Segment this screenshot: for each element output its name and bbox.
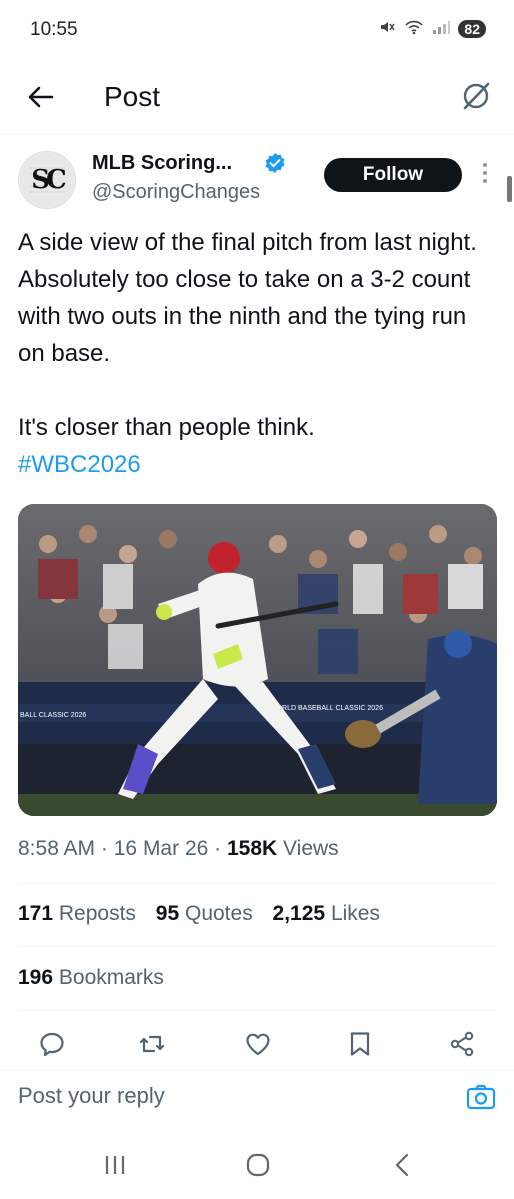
action-bar	[0, 1020, 514, 1066]
views-count: 158K	[227, 837, 278, 860]
signal-icon	[432, 20, 451, 38]
post-text: A side view of the final pitch from last…	[18, 224, 498, 483]
reposts-label: Reposts	[58, 902, 136, 925]
follow-button[interactable]: Follow	[324, 158, 462, 192]
divider	[18, 1010, 496, 1011]
wifi-icon	[404, 19, 424, 39]
repost-icon[interactable]	[138, 1030, 166, 1058]
home-icon[interactable]	[245, 1152, 271, 1178]
meta-separator: ·	[100, 837, 108, 860]
media-banner-text: WORLD BASEBALL CLASSIC 2026	[270, 705, 383, 712]
avatar-initials: SC	[31, 165, 66, 195]
media-banner-text: BALL CLASSIC 2026	[20, 712, 86, 719]
post-date: 16 Mar 26	[113, 837, 209, 860]
divider	[18, 946, 496, 947]
likes-label: Likes	[330, 902, 380, 925]
status-icons: 82	[378, 18, 486, 40]
scrollbar-thumb[interactable]	[507, 176, 512, 202]
more-icon[interactable]	[480, 161, 490, 185]
likes-stat[interactable]: 2,125 Likes	[273, 902, 380, 925]
reply-input[interactable]: Post your reply	[18, 1083, 165, 1109]
share-icon[interactable]	[448, 1030, 476, 1058]
post-media-image[interactable]: BALL CLASSIC 2026 WORLD BASEBALL CLASSIC…	[18, 504, 497, 816]
author-handle[interactable]: @ScoringChanges	[92, 181, 260, 204]
reposts-count: 171	[18, 902, 54, 925]
bookmarks-count: 196	[18, 966, 54, 989]
post-paragraph: It's closer than people think.	[18, 414, 315, 441]
reply-icon[interactable]	[38, 1030, 66, 1058]
grok-icon[interactable]	[460, 80, 492, 112]
hashtag-link[interactable]: #WBC2026	[18, 446, 498, 483]
reposts-stat[interactable]: 171 Reposts	[18, 902, 136, 925]
status-time: 10:55	[30, 19, 78, 40]
divider	[18, 883, 496, 884]
status-bar: 10:55 82	[0, 0, 514, 60]
like-icon[interactable]	[244, 1030, 272, 1058]
back-arrow-icon[interactable]	[24, 80, 58, 114]
quotes-label: Quotes	[184, 902, 253, 925]
author-name[interactable]: MLB Scoring...	[92, 152, 232, 175]
camera-icon[interactable]	[466, 1083, 496, 1111]
reply-bar: Post your reply	[0, 1070, 514, 1127]
verified-badge-icon	[264, 152, 286, 174]
meta-separator: ·	[214, 837, 222, 860]
views-label: Views	[283, 837, 339, 860]
bookmark-icon[interactable]	[346, 1030, 374, 1058]
battery-level: 82	[458, 20, 486, 38]
post-paragraph: A side view of the final pitch from last…	[18, 229, 477, 367]
avatar[interactable]: SC	[18, 151, 76, 209]
system-navbar	[0, 1130, 514, 1199]
engagement-stats: 171 Reposts 95 Quotes 2,125 Likes	[18, 902, 394, 926]
quotes-count: 95	[155, 902, 180, 925]
post-time: 8:58 AM	[18, 837, 96, 860]
quotes-stat[interactable]: 95 Quotes	[156, 902, 253, 925]
baseball-pitch-scene: BALL CLASSIC 2026 WORLD BASEBALL CLASSIC…	[18, 504, 497, 816]
back-icon[interactable]	[390, 1152, 416, 1178]
bookmarks-stat[interactable]: 196 Bookmarks	[18, 966, 164, 990]
page-title: Post	[104, 81, 161, 112]
bookmarks-label: Bookmarks	[58, 966, 164, 989]
mute-icon	[378, 18, 396, 40]
likes-count: 2,125	[272, 902, 326, 925]
post-meta: 8:58 AM · 16 Mar 26 · 158K Views	[18, 837, 339, 861]
post-spacer	[18, 372, 498, 409]
recents-icon[interactable]	[102, 1152, 128, 1178]
top-header: Post	[0, 60, 514, 135]
